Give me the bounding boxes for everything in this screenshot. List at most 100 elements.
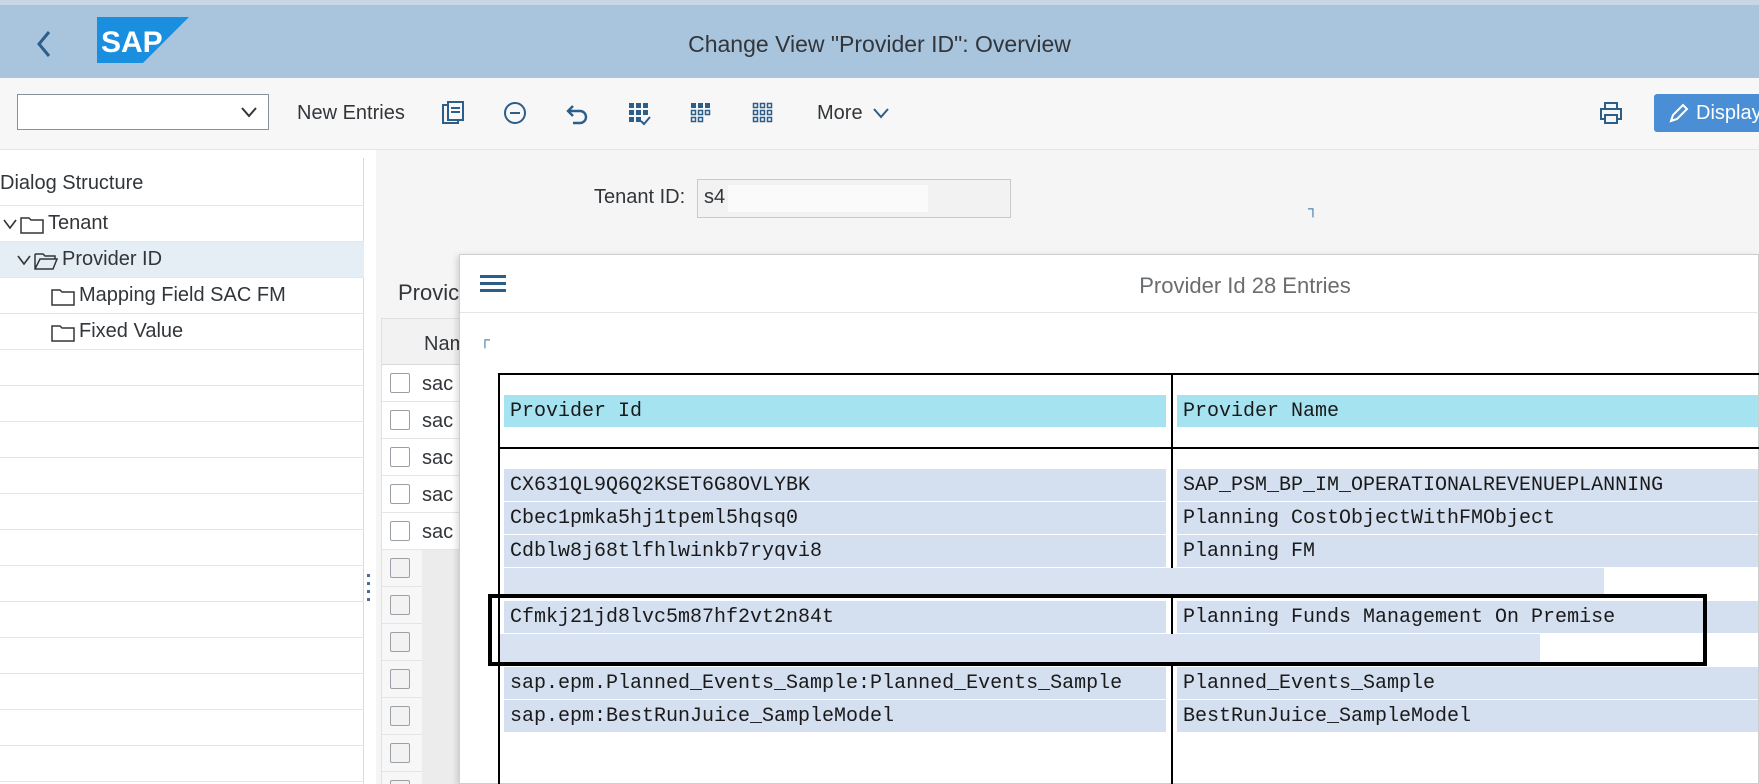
more-label: More (817, 102, 863, 124)
provider-table-header: Nam (382, 319, 466, 365)
row-name: sac (422, 447, 454, 469)
highlight-annotation-box (488, 594, 1707, 666)
application-toolbar: New Entries More Display (0, 78, 1759, 150)
dialog-structure-panel: Dialog Structure Tenant Provider ID Mapp… (0, 158, 364, 784)
table-row[interactable]: sac (382, 476, 464, 513)
tree-empty-row (0, 710, 364, 746)
variant-select[interactable] (17, 94, 269, 130)
dialog-header: Provider Id 28 Entries (460, 255, 1759, 313)
table-row-empty[interactable] (382, 587, 464, 624)
panel-splitter[interactable] (366, 572, 372, 606)
copy-icon[interactable] (438, 98, 468, 128)
tree-empty-row (0, 422, 364, 458)
tree-item-label: Mapping Field SAC FM (79, 284, 286, 306)
table-row-empty[interactable] (382, 550, 464, 587)
shell-bar: SAP Change View "Provider ID": Overview (0, 0, 1759, 78)
tree-empty-row (0, 674, 364, 710)
row-checkbox[interactable] (390, 743, 410, 763)
row-checkbox[interactable] (390, 706, 410, 726)
provider-name-cell[interactable]: Planned_Events_Sample (1177, 667, 1758, 699)
tree-item-label: Provider ID (62, 248, 163, 270)
tree-empty-row (0, 458, 364, 494)
chevron-down-icon (873, 108, 889, 119)
provider-list-grid: Provider Id Provider Name CX631QL9Q6Q2KS… (498, 373, 1759, 784)
tree-empty-row (0, 638, 364, 674)
provider-name-cell[interactable]: Planning FM (1177, 535, 1758, 567)
row-checkbox[interactable] (390, 484, 410, 504)
tree-item-label: Tenant (48, 212, 109, 234)
tree-empty-row (0, 530, 364, 566)
table-row-empty[interactable] (382, 624, 464, 661)
tree-empty-row (0, 350, 364, 386)
tree-empty-row (0, 602, 364, 638)
table-row[interactable]: sac (382, 513, 464, 550)
tenant-id-field[interactable]: s4 (697, 179, 1011, 218)
chevron-down-icon (241, 107, 257, 118)
select-block-icon[interactable] (686, 98, 716, 128)
display-change-button[interactable]: Display (1654, 94, 1759, 132)
row-checkbox[interactable] (390, 447, 410, 467)
folder-icon (51, 288, 75, 306)
tree-item-tenant[interactable]: Tenant (0, 206, 364, 242)
row-name: sac (422, 373, 454, 395)
row-checkbox[interactable] (390, 373, 410, 393)
table-row-empty[interactable] (382, 698, 464, 735)
provider-id-cell[interactable]: sap.epm:BestRunJuice_SampleModel (504, 700, 1166, 732)
folder-icon (20, 216, 44, 234)
display-label: Display (1696, 101, 1759, 124)
select-all-icon[interactable] (624, 98, 654, 128)
provider-table-heading: Provic (398, 280, 460, 305)
column-header-provider-name: Provider Name (1177, 395, 1758, 427)
undo-icon[interactable] (562, 98, 592, 128)
row-checkbox[interactable] (390, 780, 410, 784)
tree-empty-row (0, 386, 364, 422)
provider-table: Nam sac sac sac sac sac (381, 318, 466, 784)
provider-id-cell[interactable]: Cbec1pmka5hj1tpeml5hqsq0 (504, 502, 1166, 534)
row-checkbox[interactable] (390, 558, 410, 578)
tree-item-mapping-field[interactable]: Mapping Field SAC FM (0, 278, 364, 314)
row-checkbox[interactable] (390, 410, 410, 430)
table-row[interactable]: sac (382, 365, 464, 402)
tenant-id-value: s4 (704, 186, 726, 208)
row-checkbox[interactable] (390, 521, 410, 541)
table-row-empty[interactable] (382, 661, 464, 698)
table-row[interactable]: sac (382, 402, 464, 439)
provider-name-cell[interactable]: Planning CostObjectWithFMObject (1177, 502, 1758, 534)
table-row-empty[interactable] (382, 772, 464, 784)
row-checkbox[interactable] (390, 632, 410, 652)
row-name: sac (422, 484, 454, 506)
tree-empty-row (0, 746, 364, 782)
provider-name-cell[interactable]: BestRunJuice_SampleModel (1177, 700, 1758, 732)
value-help-dialog: Provider Id 28 Entries ┌ Provider Id Pro… (459, 254, 1759, 784)
corner-marker-icon: ┌ (480, 331, 490, 347)
provider-name-cell[interactable]: SAP_PSM_BP_IM_OPERATIONALREVENUEPLANNING (1177, 469, 1758, 501)
tenant-id-label: Tenant ID: (594, 186, 686, 208)
row-name: sac (422, 521, 454, 543)
deselect-all-icon[interactable] (748, 98, 778, 128)
tree-empty-row (0, 566, 364, 602)
tree-item-fixed-value[interactable]: Fixed Value (0, 314, 364, 350)
column-header-provider-id: Provider Id (504, 395, 1166, 427)
new-entries-button[interactable]: New Entries (297, 102, 405, 125)
folder-open-icon (34, 252, 58, 270)
corner-marker-icon: ┐ (1308, 200, 1318, 216)
more-button[interactable]: More (817, 102, 890, 125)
remove-icon[interactable] (500, 98, 530, 128)
table-row[interactable]: sac (382, 439, 464, 476)
provider-id-cell[interactable]: CX631QL9Q6Q2KSET6G8OVLYBK (504, 469, 1166, 501)
provider-id-cell[interactable]: Cdblw8j68tlfhlwinkb7ryqvi8 (504, 535, 1166, 567)
row-name: sac (422, 410, 454, 432)
chevron-down-icon (17, 255, 31, 265)
provider-id-cell[interactable]: sap.epm.Planned_Events_Sample:Planned_Ev… (504, 667, 1166, 699)
row-checkbox[interactable] (390, 669, 410, 689)
edit-icon (1669, 103, 1689, 123)
chevron-down-icon (3, 219, 17, 229)
dialog-structure-title: Dialog Structure (0, 158, 364, 206)
tree-item-provider-id[interactable]: Provider ID (0, 242, 364, 278)
row-checkbox[interactable] (390, 595, 410, 615)
print-icon[interactable] (1596, 98, 1626, 128)
tree-item-label: Fixed Value (79, 320, 184, 342)
tree-empty-row (0, 494, 364, 530)
table-row-empty[interactable] (382, 735, 464, 772)
dialog-title: Provider Id 28 Entries (1139, 273, 1351, 298)
